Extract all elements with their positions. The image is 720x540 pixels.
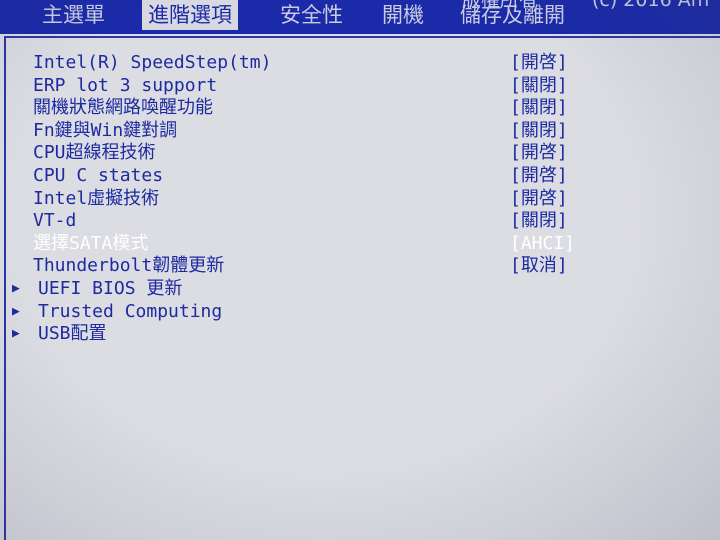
submenu-item[interactable]: ▶ USB配置 [0,323,720,345]
setting-row[interactable]: ERP lot 3 support [關閉] [0,75,720,97]
setting-row[interactable]: Intel(R) SpeedStep(tm) [開啓] [0,52,720,74]
setting-label: UEFI BIOS 更新 [38,278,183,299]
setting-row[interactable]: 選擇SATA模式 [AHCI] [0,233,720,255]
triangle-right-icon: ▶ [12,281,20,296]
setting-value[interactable]: [關閉] [510,75,568,97]
setting-value[interactable]: [開啓] [510,188,568,210]
setting-value[interactable]: [關閉] [510,120,568,142]
bios-screen: 主選單 進階選項 安全性 開機 儲存及離開 版權所有 (c) 2016 Am I… [0,0,720,540]
triangle-right-icon: ▶ [12,326,20,341]
tab-security[interactable]: 安全性 [280,0,343,30]
setting-value[interactable]: [開啓] [510,165,568,187]
setting-value[interactable]: [開啓] [510,142,568,164]
setting-value[interactable]: [AHCI] [510,233,575,255]
setting-label: 關機狀態網路喚醒功能 [33,97,213,118]
setting-row[interactable]: Fn鍵與Win鍵對調 [關閉] [0,120,720,142]
setting-row[interactable]: VT-d [關閉] [0,210,720,232]
setting-row[interactable]: 關機狀態網路喚醒功能 [關閉] [0,97,720,119]
setting-value[interactable]: [取消] [510,255,568,277]
setting-label: Intel(R) SpeedStep(tm) [33,52,272,73]
submenu-item[interactable]: ▶ UEFI BIOS 更新 [0,278,720,300]
tab-advanced[interactable]: 進階選項 [142,0,238,30]
setting-label: CPU超線程技術 [33,142,156,163]
setting-label: Thunderbolt韌體更新 [33,255,225,276]
setting-label: VT-d [33,210,77,231]
setting-label: CPU C states [33,165,164,186]
submenu-item[interactable]: ▶ Trusted Computing [0,301,720,323]
menu-bar: 主選單 進階選項 安全性 開機 儲存及離開 版權所有 (c) 2016 Am [0,0,720,34]
setting-value[interactable]: [關閉] [510,210,568,232]
setting-row[interactable]: Intel虛擬技術 [開啓] [0,188,720,210]
setting-label: ERP lot 3 support [33,75,218,96]
setting-label: 選擇SATA模式 [33,233,149,254]
setting-label: Trusted Computing [38,301,223,322]
copyright-fragment: (c) 2016 Am [592,0,710,11]
setting-row[interactable]: CPU C states [開啓] [0,165,720,187]
setting-label: Fn鍵與Win鍵對調 [33,120,178,141]
setting-row[interactable]: Thunderbolt韌體更新 [取消] [0,255,720,277]
setting-label: Intel虛擬技術 [33,188,160,209]
tab-boot[interactable]: 開機 [382,0,424,30]
setting-value[interactable]: [關閉] [510,97,568,119]
setting-label: USB配置 [38,323,107,344]
tab-main[interactable]: 主選單 [42,0,105,30]
setting-row[interactable]: CPU超線程技術 [開啓] [0,142,720,164]
triangle-right-icon: ▶ [12,304,20,319]
copyright-top-fragment: 版權所有 [462,0,539,11]
setting-value[interactable]: [開啓] [510,52,568,74]
